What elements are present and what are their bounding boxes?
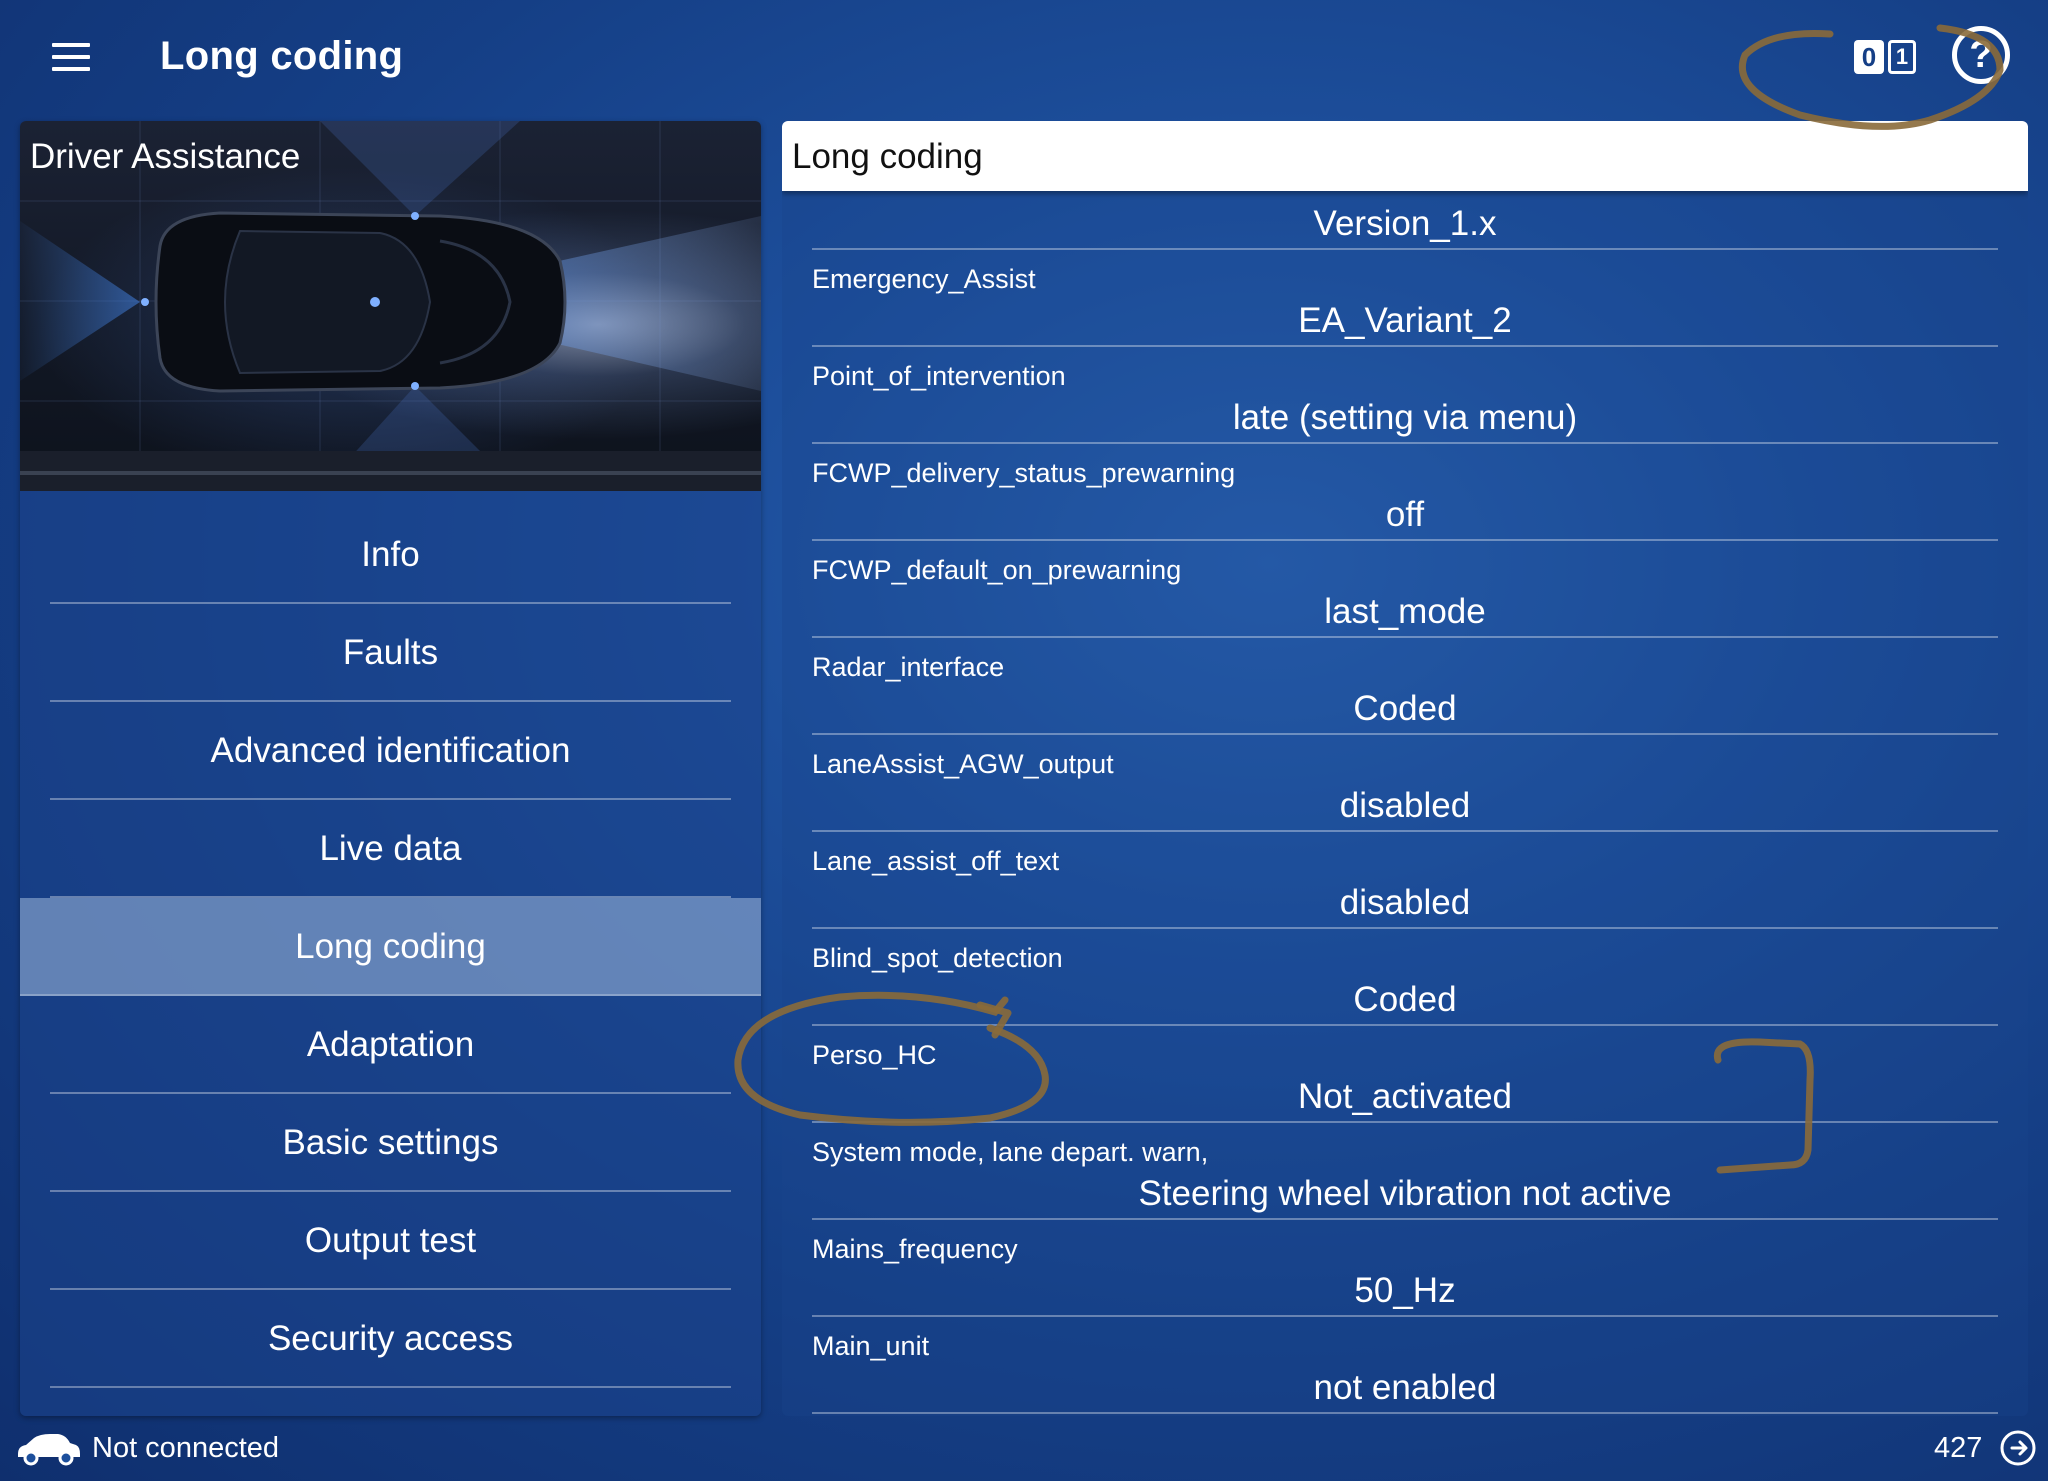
coding-name: Blind_spot_detection <box>812 943 1063 973</box>
binary-digit-one: 1 <box>1888 40 1916 74</box>
coding-value: not enabled <box>1313 1368 1497 1407</box>
page-title: Long coding <box>160 34 404 78</box>
nav-item-info[interactable]: Info <box>20 506 761 604</box>
coding-row[interactable]: FCWP_delivery_status_prewarning off <box>782 444 2028 541</box>
binary-toggle-icon[interactable]: 0 1 <box>1854 40 1920 76</box>
coding-row[interactable]: Blind_spot_detection Coded <box>782 929 2028 1026</box>
coding-name: FCWP_default_on_prewarning <box>812 555 1182 585</box>
binary-digit-zero: 0 <box>1854 40 1884 74</box>
connection-status: Not connected <box>92 1432 280 1464</box>
coding-value: disabled <box>1339 883 1471 922</box>
coding-value: off <box>1385 495 1425 534</box>
coding-name: Mains_frequency <box>812 1234 1018 1264</box>
nav-item-label: Live data <box>319 829 462 868</box>
coding-value: 50_Hz <box>1354 1271 1456 1310</box>
coding-row[interactable]: Emergency_Assist EA_Variant_2 <box>782 250 2028 347</box>
panel-title: Long coding <box>782 121 2028 191</box>
nav-item-label: Output test <box>304 1221 477 1260</box>
status-bar: Not connected 427 <box>0 1420 2048 1481</box>
coding-value: disabled <box>1339 786 1471 825</box>
nav-item-label: Long coding <box>295 927 486 966</box>
nav-item-long-coding[interactable]: Long coding <box>20 898 761 996</box>
module-title: Driver Assistance <box>30 137 301 176</box>
coding-row[interactable]: Mains_frequency 50_Hz <box>782 1220 2028 1317</box>
help-icon[interactable]: ? <box>1952 26 2010 84</box>
long-coding-panel: Long coding Version_1.x Emergency_Assist… <box>782 121 2028 1416</box>
coding-row[interactable]: Lane_assist_off_text disabled <box>782 832 2028 929</box>
nav-item-label: Adaptation <box>306 1025 475 1064</box>
coding-value: EA_Variant_2 <box>1298 301 1512 340</box>
module-hero-image: Driver Assistance <box>20 121 761 491</box>
nav-item-live-data[interactable]: Live data <box>20 800 761 898</box>
nav-item-output-test[interactable]: Output test <box>20 1192 761 1290</box>
coding-name: LaneAssist_AGW_output <box>812 749 1114 779</box>
coding-name: Radar_interface <box>812 652 1005 682</box>
coding-row[interactable]: Version_1.x <box>782 191 2028 250</box>
coding-value: Not_activated <box>1297 1077 1513 1116</box>
top-bar: Long coding 0 1 ? <box>0 0 2048 120</box>
coding-value: Coded <box>1353 689 1457 728</box>
nav-item-security-access[interactable]: Security access <box>20 1290 761 1388</box>
coding-name: Perso_HC <box>812 1040 937 1070</box>
coding-value: Version_1.x <box>1313 204 1497 243</box>
coding-value: last_mode <box>1324 592 1486 631</box>
car-icon <box>18 1434 80 1466</box>
nav-item-label: Basic settings <box>282 1123 499 1162</box>
nav-item-adaptation[interactable]: Adaptation <box>20 996 761 1094</box>
coding-value: Coded <box>1353 980 1457 1019</box>
function-menu: Info Faults Advanced identification Live… <box>20 506 761 1388</box>
coding-value: Steering wheel vibration not active <box>1138 1174 1672 1213</box>
coding-row[interactable]: Radar_interface Coded <box>782 638 2028 735</box>
nav-item-label: Faults <box>342 633 439 672</box>
coding-row[interactable]: System mode, lane depart. warn, Steering… <box>782 1123 2028 1220</box>
coding-name: FCWP_delivery_status_prewarning <box>812 458 1236 488</box>
coding-name: Main_unit <box>812 1331 930 1361</box>
hamburger-menu-icon[interactable] <box>48 40 96 76</box>
coding-value: late (setting via menu) <box>1232 398 1578 437</box>
nav-item-faults[interactable]: Faults <box>20 604 761 702</box>
coding-name: Point_of_intervention <box>812 361 1066 391</box>
coding-row[interactable]: Main_unit not enabled <box>782 1317 2028 1414</box>
coding-list[interactable]: Version_1.x Emergency_Assist EA_Variant_… <box>782 191 2028 1414</box>
nav-item-basic-settings[interactable]: Basic settings <box>20 1094 761 1192</box>
coding-row[interactable]: LaneAssist_AGW_output disabled <box>782 735 2028 832</box>
nav-item-label: Info <box>361 535 420 574</box>
coding-name: Lane_assist_off_text <box>812 846 1060 876</box>
nav-item-advanced-identification[interactable]: Advanced identification <box>20 702 761 800</box>
exit-icon[interactable] <box>1998 1428 2038 1468</box>
module-panel: Driver Assistance Info Faults Advanced i… <box>20 121 761 1416</box>
session-counter: 427 <box>1934 1432 1983 1464</box>
coding-row[interactable]: Point_of_intervention late (setting via … <box>782 347 2028 444</box>
coding-name: System mode, lane depart. warn, <box>812 1137 1209 1167</box>
nav-item-label: Advanced identification <box>210 731 571 770</box>
coding-row[interactable]: Perso_HC Not_activated <box>782 1026 2028 1123</box>
nav-item-label: Security access <box>267 1319 514 1358</box>
coding-row[interactable]: FCWP_default_on_prewarning last_mode <box>782 541 2028 638</box>
coding-name: Emergency_Assist <box>812 264 1036 294</box>
